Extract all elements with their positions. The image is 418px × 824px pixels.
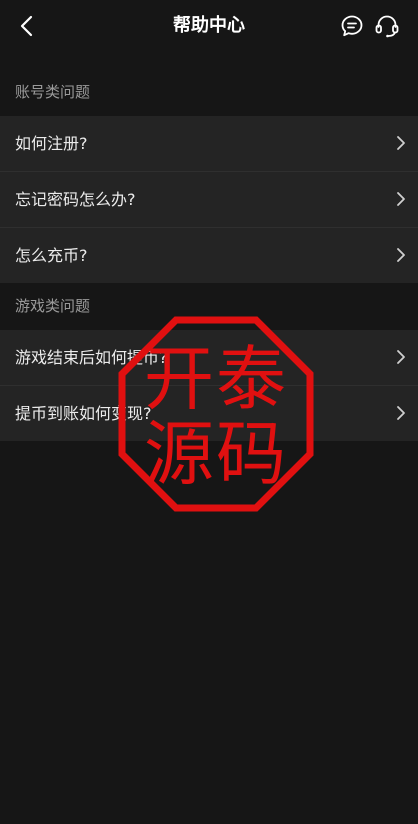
chevron-right-icon	[397, 192, 405, 206]
chat-bubble-icon	[341, 15, 363, 37]
top-bar: 帮助中心	[0, 0, 418, 52]
section-title-account: 账号类问题	[15, 83, 91, 101]
list-item-label: 游戏结束后如何提币?	[15, 348, 168, 367]
customer-service-button[interactable]	[371, 10, 403, 42]
list-item[interactable]: 忘记密码怎么办?	[0, 172, 418, 228]
chevron-right-icon	[397, 248, 405, 262]
message-button[interactable]	[336, 10, 368, 42]
section-title-game: 游戏类问题	[15, 297, 91, 315]
game-questions-list: 游戏结束后如何提币? 提币到账如何变现?	[0, 330, 418, 441]
list-item[interactable]: 如何注册?	[0, 116, 418, 172]
list-item[interactable]: 提币到账如何变现?	[0, 386, 418, 441]
list-item-label: 如何注册?	[15, 134, 88, 153]
list-item[interactable]: 游戏结束后如何提币?	[0, 330, 418, 386]
list-item-label: 怎么充币?	[15, 246, 88, 265]
list-item-label: 忘记密码怎么办?	[15, 190, 136, 209]
chevron-right-icon	[397, 406, 405, 420]
list-item-label: 提币到账如何变现?	[15, 404, 152, 423]
chevron-right-icon	[397, 136, 405, 150]
chevron-right-icon	[397, 350, 405, 364]
headset-icon	[375, 15, 399, 38]
account-questions-list: 如何注册? 忘记密码怎么办? 怎么充币?	[0, 116, 418, 283]
list-item[interactable]: 怎么充币?	[0, 228, 418, 283]
